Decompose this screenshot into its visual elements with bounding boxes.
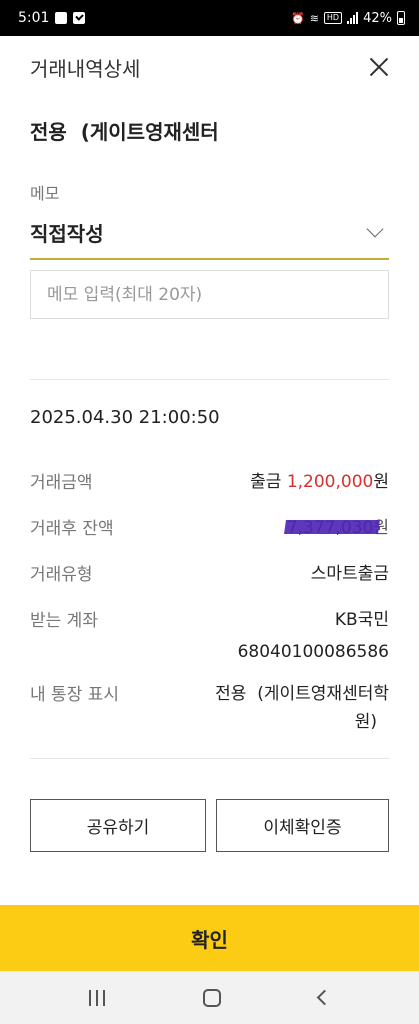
- recent-apps-icon[interactable]: [89, 989, 105, 1006]
- check-notification-icon: [73, 12, 86, 24]
- battery-percent: 42%: [363, 10, 392, 26]
- amount-number: 1,200,000: [286, 472, 374, 492]
- memo-type-value: 직접작성: [30, 221, 104, 246]
- balance-row: 거래후 잔액 7,377,030원: [30, 514, 389, 542]
- divider: [30, 758, 389, 759]
- transfer-certificate-button[interactable]: 이체확인증: [216, 799, 389, 852]
- battery-icon: [397, 11, 405, 25]
- account-bank: KB국민: [334, 610, 389, 630]
- passbook-line2: 원): [354, 712, 377, 732]
- amount-unit: 원: [373, 472, 389, 492]
- page-title: 거래내역상세: [30, 56, 141, 81]
- passbook-row: 내 통장 표시 전용 (게이트영재센터학 원): [30, 680, 389, 736]
- amount-value: 출금 1,200,000원: [250, 468, 389, 496]
- amount-row: 거래금액 출금 1,200,000원: [30, 468, 389, 496]
- amount-label: 거래금액: [30, 473, 93, 493]
- memo-type-dropdown[interactable]: 직접작성: [30, 206, 389, 260]
- memo-label: 메모: [30, 184, 60, 203]
- chevron-down-icon: [366, 220, 384, 238]
- status-time: 5:01: [18, 10, 50, 26]
- wifi-icon: ≋: [309, 11, 319, 25]
- alarm-icon: ⏰: [290, 11, 305, 25]
- notification-icon: [55, 12, 68, 24]
- home-icon[interactable]: [203, 988, 221, 1007]
- passbook-line1: 전용 (게이트영재센터학: [215, 684, 389, 704]
- back-icon[interactable]: [316, 989, 333, 1006]
- account-value: KB국민 68040100086586: [238, 606, 389, 666]
- status-bar: 5:01 ⏰ ≋ HD 42%: [0, 0, 419, 36]
- type-label: 거래유형: [30, 565, 93, 585]
- balance-label: 거래후 잔액: [30, 519, 114, 539]
- signal-icon: [347, 12, 359, 24]
- account-label: 받는 계좌: [30, 611, 98, 631]
- system-nav-bar: [0, 971, 419, 1024]
- recipient-name: 전용 (게이트영재센터: [30, 120, 219, 144]
- status-left: 5:01: [18, 10, 86, 26]
- balance-value: 7,377,030원: [287, 514, 389, 542]
- amount-prefix: 출금: [250, 472, 282, 492]
- hd-icon: HD: [323, 12, 343, 24]
- passbook-label: 내 통장 표시: [30, 685, 120, 705]
- type-row: 거래유형 스마트출금: [30, 560, 389, 588]
- balance-unit: 원: [373, 518, 389, 538]
- balance-number: 7,377,030: [286, 518, 374, 538]
- passbook-value: 전용 (게이트영재센터학 원): [215, 680, 389, 736]
- account-number: 68040100086586: [237, 642, 389, 662]
- transaction-datetime: 2025.04.30 21:00:50: [30, 407, 220, 428]
- header: 거래내역상세: [0, 36, 419, 98]
- account-row: 받는 계좌 KB국민 68040100086586: [30, 606, 389, 666]
- close-icon[interactable]: [365, 53, 393, 81]
- share-button[interactable]: 공유하기: [30, 799, 206, 852]
- divider: [30, 379, 389, 380]
- memo-input[interactable]: [30, 270, 389, 319]
- confirm-button[interactable]: 확인: [0, 905, 419, 971]
- type-value: 스마트출금: [310, 564, 389, 584]
- status-right: ⏰ ≋ HD 42%: [291, 11, 405, 26]
